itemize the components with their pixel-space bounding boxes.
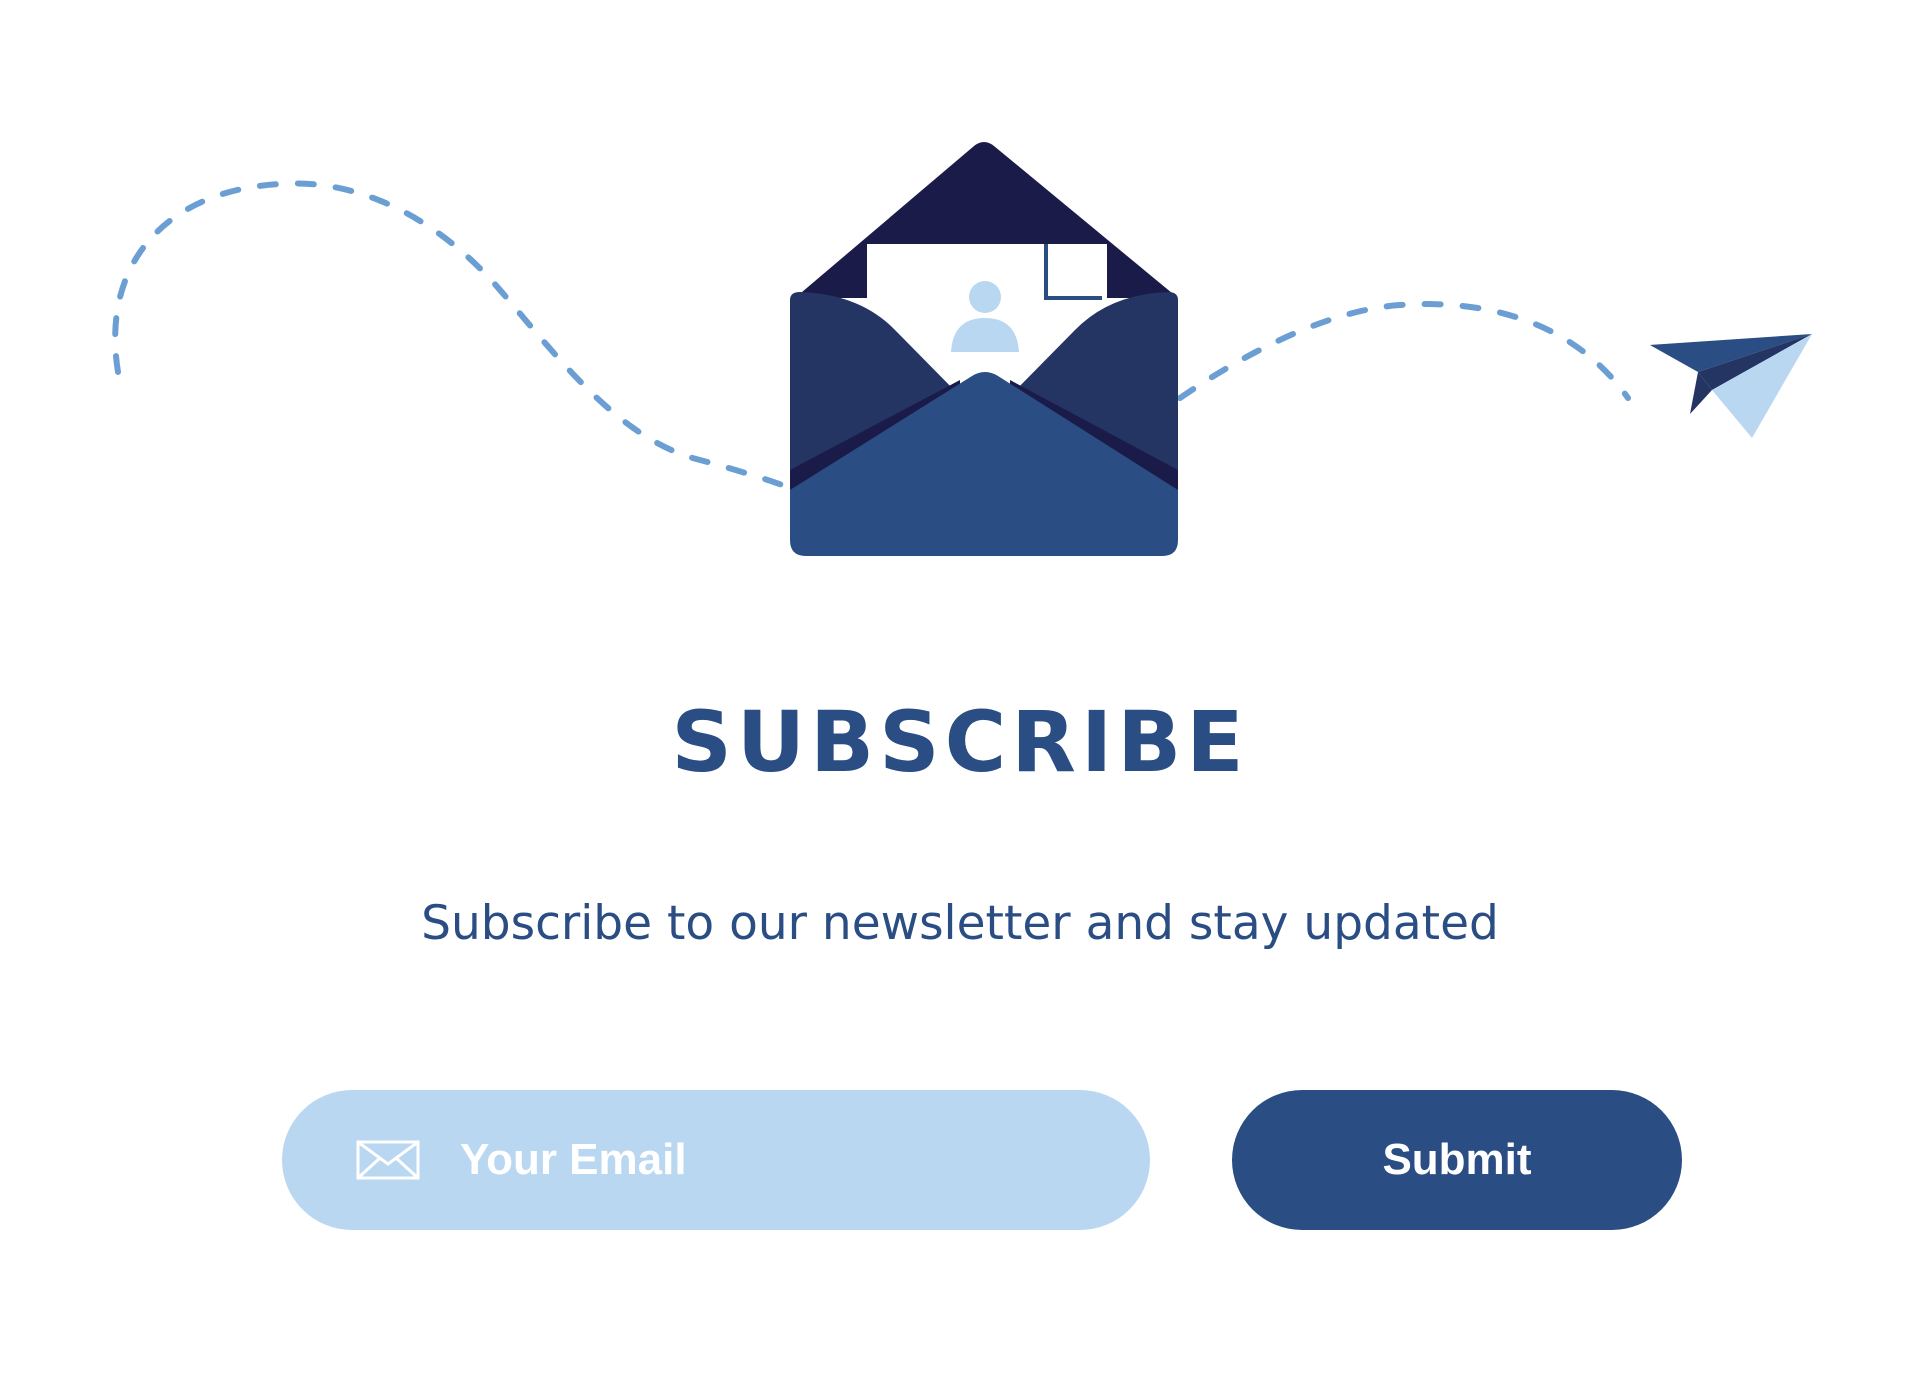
page-subtitle: Subscribe to our newsletter and stay upd…: [421, 896, 1499, 951]
dashed-flight-path-right: [1177, 301, 1631, 401]
email-field-container[interactable]: [282, 1090, 1150, 1230]
email-input[interactable]: [460, 1130, 1150, 1190]
paper-plane-icon: [1650, 334, 1812, 438]
submit-button[interactable]: Submit: [1232, 1090, 1682, 1230]
page-title: SUBSCRIBE: [671, 693, 1249, 791]
newsletter-illustration: [112, 142, 1812, 556]
dashed-flight-path-left: [112, 180, 793, 491]
envelope-open-icon: [790, 142, 1178, 556]
subscribe-page: SUBSCRIBE Subscribe to our newsletter an…: [0, 0, 1920, 1396]
mail-icon: [356, 1140, 420, 1180]
